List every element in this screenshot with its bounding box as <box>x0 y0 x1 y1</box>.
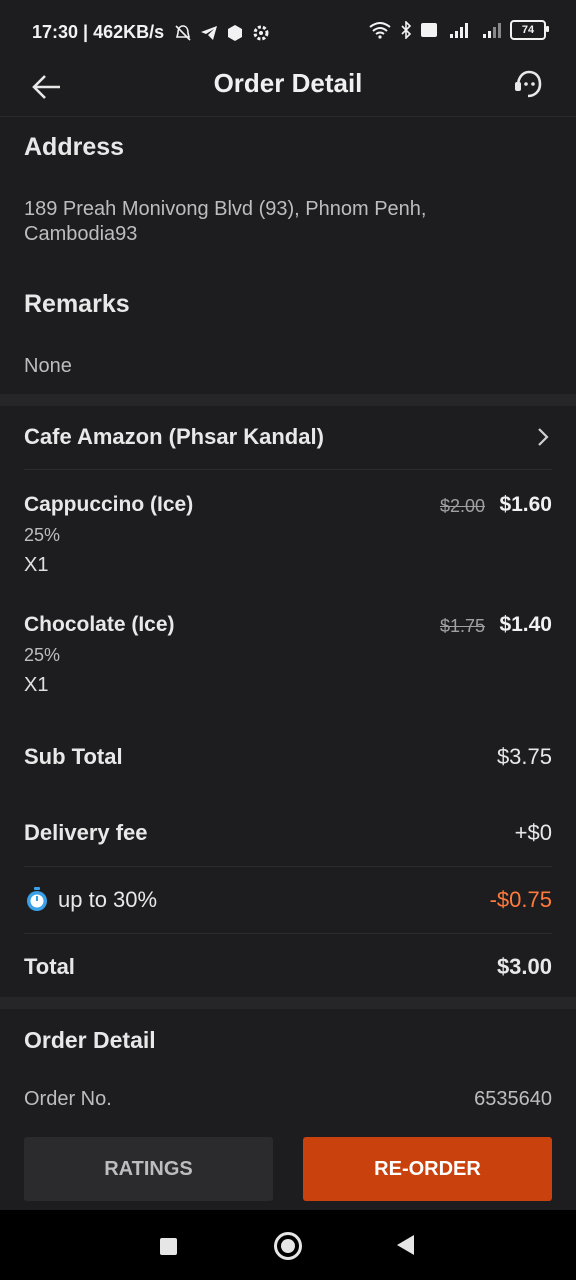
signal-4g-icon <box>450 23 468 38</box>
status-time: 17:30 | 462KB/s <box>32 22 165 42</box>
divider <box>24 866 552 867</box>
mute-icon <box>175 24 191 41</box>
remarks-text: None <box>24 355 72 377</box>
promo-value: -$0.75 <box>489 887 552 912</box>
store-row[interactable]: Cafe Amazon (Phsar Kandal) <box>0 408 576 468</box>
item-quantity: X1 <box>24 674 49 696</box>
address-line-2: Cambodia93 <box>24 223 138 245</box>
volte-icon <box>421 23 437 37</box>
divider <box>24 933 552 934</box>
status-right: 74 <box>368 20 549 40</box>
customer-service-icon[interactable] <box>510 66 546 102</box>
delivery-fee-label: Delivery fee <box>24 820 148 845</box>
telegram-icon <box>201 25 218 40</box>
item-original-price: $1.75 <box>439 616 485 636</box>
subtotal-value: $3.75 <box>496 744 552 769</box>
bluetooth-icon <box>401 21 412 39</box>
item-price: $1.40 <box>499 613 552 636</box>
settings-icon <box>253 25 269 40</box>
status-left: 17:30 | 462KB/s <box>32 22 270 43</box>
item-quantity: X1 <box>24 554 49 576</box>
item-original-price: $2.00 <box>439 496 485 516</box>
item-discount: 25% <box>24 525 61 545</box>
item-discount: 25% <box>24 645 61 665</box>
chevron-right-icon <box>538 428 549 446</box>
remarks-heading: Remarks <box>24 290 130 318</box>
divider <box>24 469 552 470</box>
subtotal-label: Sub Total <box>24 744 123 769</box>
system-nav-bar <box>0 1210 576 1280</box>
app-bar: Order Detail <box>0 64 576 117</box>
order-detail-heading: Order Detail <box>24 1027 156 1053</box>
home-button[interactable] <box>274 1232 302 1260</box>
order-no-label: Order No. <box>24 1088 112 1110</box>
signal-icon <box>483 23 501 38</box>
page-title: Order Detail <box>213 68 363 98</box>
system-back-button[interactable] <box>397 1235 414 1255</box>
item-name: Cappuccino (Ice) <box>24 493 194 516</box>
total-value: $3.00 <box>496 954 552 979</box>
address-heading: Address <box>24 133 125 161</box>
stopwatch-icon <box>27 887 47 911</box>
status-bar: 17:30 | 462KB/s 74 <box>0 0 576 64</box>
address-line-1: 189 Preah Monivong Blvd (93), Phnom Penh… <box>24 198 427 220</box>
battery-icon: 74 <box>510 20 549 40</box>
item-price: $1.60 <box>499 493 552 516</box>
wifi-icon <box>369 22 391 39</box>
app-icon <box>228 24 243 41</box>
section-divider <box>0 997 576 1009</box>
promo-label: up to 30% <box>58 887 158 912</box>
section-divider <box>0 394 576 406</box>
delivery-fee-value: +$0 <box>514 820 552 845</box>
recents-button[interactable] <box>160 1238 177 1255</box>
total-label: Total <box>24 954 75 979</box>
order-no-value: 6535640 <box>474 1088 552 1110</box>
store-name: Cafe Amazon (Phsar Kandal) <box>24 424 324 449</box>
reorder-button[interactable]: RE-ORDER <box>303 1137 552 1201</box>
ratings-button[interactable]: RATINGS <box>24 1137 273 1201</box>
item-name: Chocolate (Ice) <box>24 613 175 636</box>
battery-level: 74 <box>521 24 535 36</box>
